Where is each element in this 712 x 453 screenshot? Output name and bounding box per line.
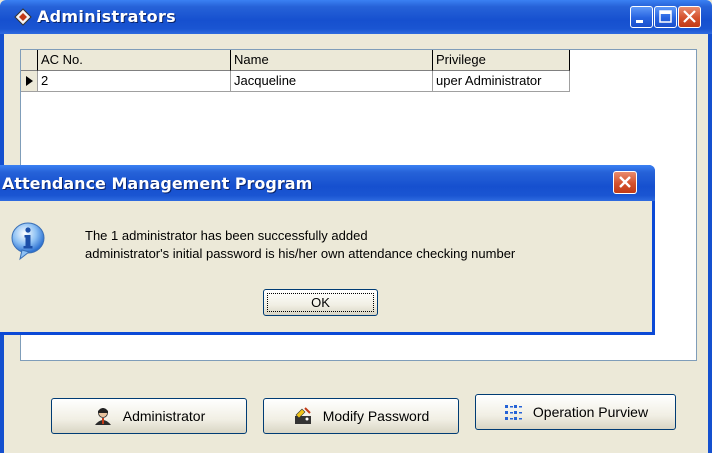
row-selector[interactable] [21, 71, 38, 92]
modify-password-button[interactable]: Modify Password [263, 398, 459, 434]
operation-purview-button[interactable]: Operation Purview [475, 394, 676, 430]
window-frame-right [708, 34, 712, 453]
dialog-close-button[interactable] [613, 171, 637, 194]
cell-ac-no[interactable]: 2 [38, 71, 231, 92]
focus-rect [267, 293, 374, 312]
operation-purview-icon [504, 405, 522, 420]
modify-password-icon [294, 407, 311, 424]
maximize-button[interactable] [654, 6, 677, 28]
dialog-message-line2: administrator's initial password is his/… [85, 246, 516, 261]
window-titlebar[interactable]: Administrators [0, 0, 712, 34]
dialog-titlebar[interactable]: Attendance Management Program [0, 165, 655, 201]
column-header-name[interactable]: Name [231, 50, 433, 71]
column-header-ac-no[interactable]: AC No. [38, 50, 231, 71]
info-icon [11, 222, 45, 261]
operation-purview-button-label: Operation Purview [532, 404, 649, 420]
minimize-button[interactable] [630, 6, 653, 28]
close-icon [683, 10, 696, 23]
minimize-icon [636, 20, 643, 23]
dialog-title: Attendance Management Program [2, 174, 313, 193]
app-diamond-icon [14, 8, 32, 26]
administrator-button[interactable]: Administrator [51, 398, 247, 434]
modify-password-button-label: Modify Password [322, 408, 430, 424]
cell-name[interactable]: Jacqueline [231, 71, 433, 92]
ok-button[interactable]: OK [263, 289, 378, 316]
administrator-icon [94, 408, 111, 425]
cell-privilege[interactable]: uper Administrator [433, 71, 570, 92]
maximize-icon [659, 10, 672, 23]
dialog-message-line1: The 1 administrator has been successfull… [85, 228, 368, 243]
window-title: Administrators [37, 7, 176, 26]
column-header-privilege[interactable]: Privilege [433, 50, 570, 71]
close-icon [619, 176, 631, 188]
administrator-button-label: Administrator [122, 408, 206, 424]
close-button[interactable] [678, 6, 701, 28]
row-pointer-icon [26, 76, 33, 86]
table-row[interactable]: 2 Jacqueline uper Administrator [21, 71, 570, 92]
grid-corner [21, 50, 38, 71]
message-dialog: Attendance Management Program The 1 admi… [0, 165, 655, 335]
grid-header: AC No. Name Privilege [21, 50, 570, 71]
